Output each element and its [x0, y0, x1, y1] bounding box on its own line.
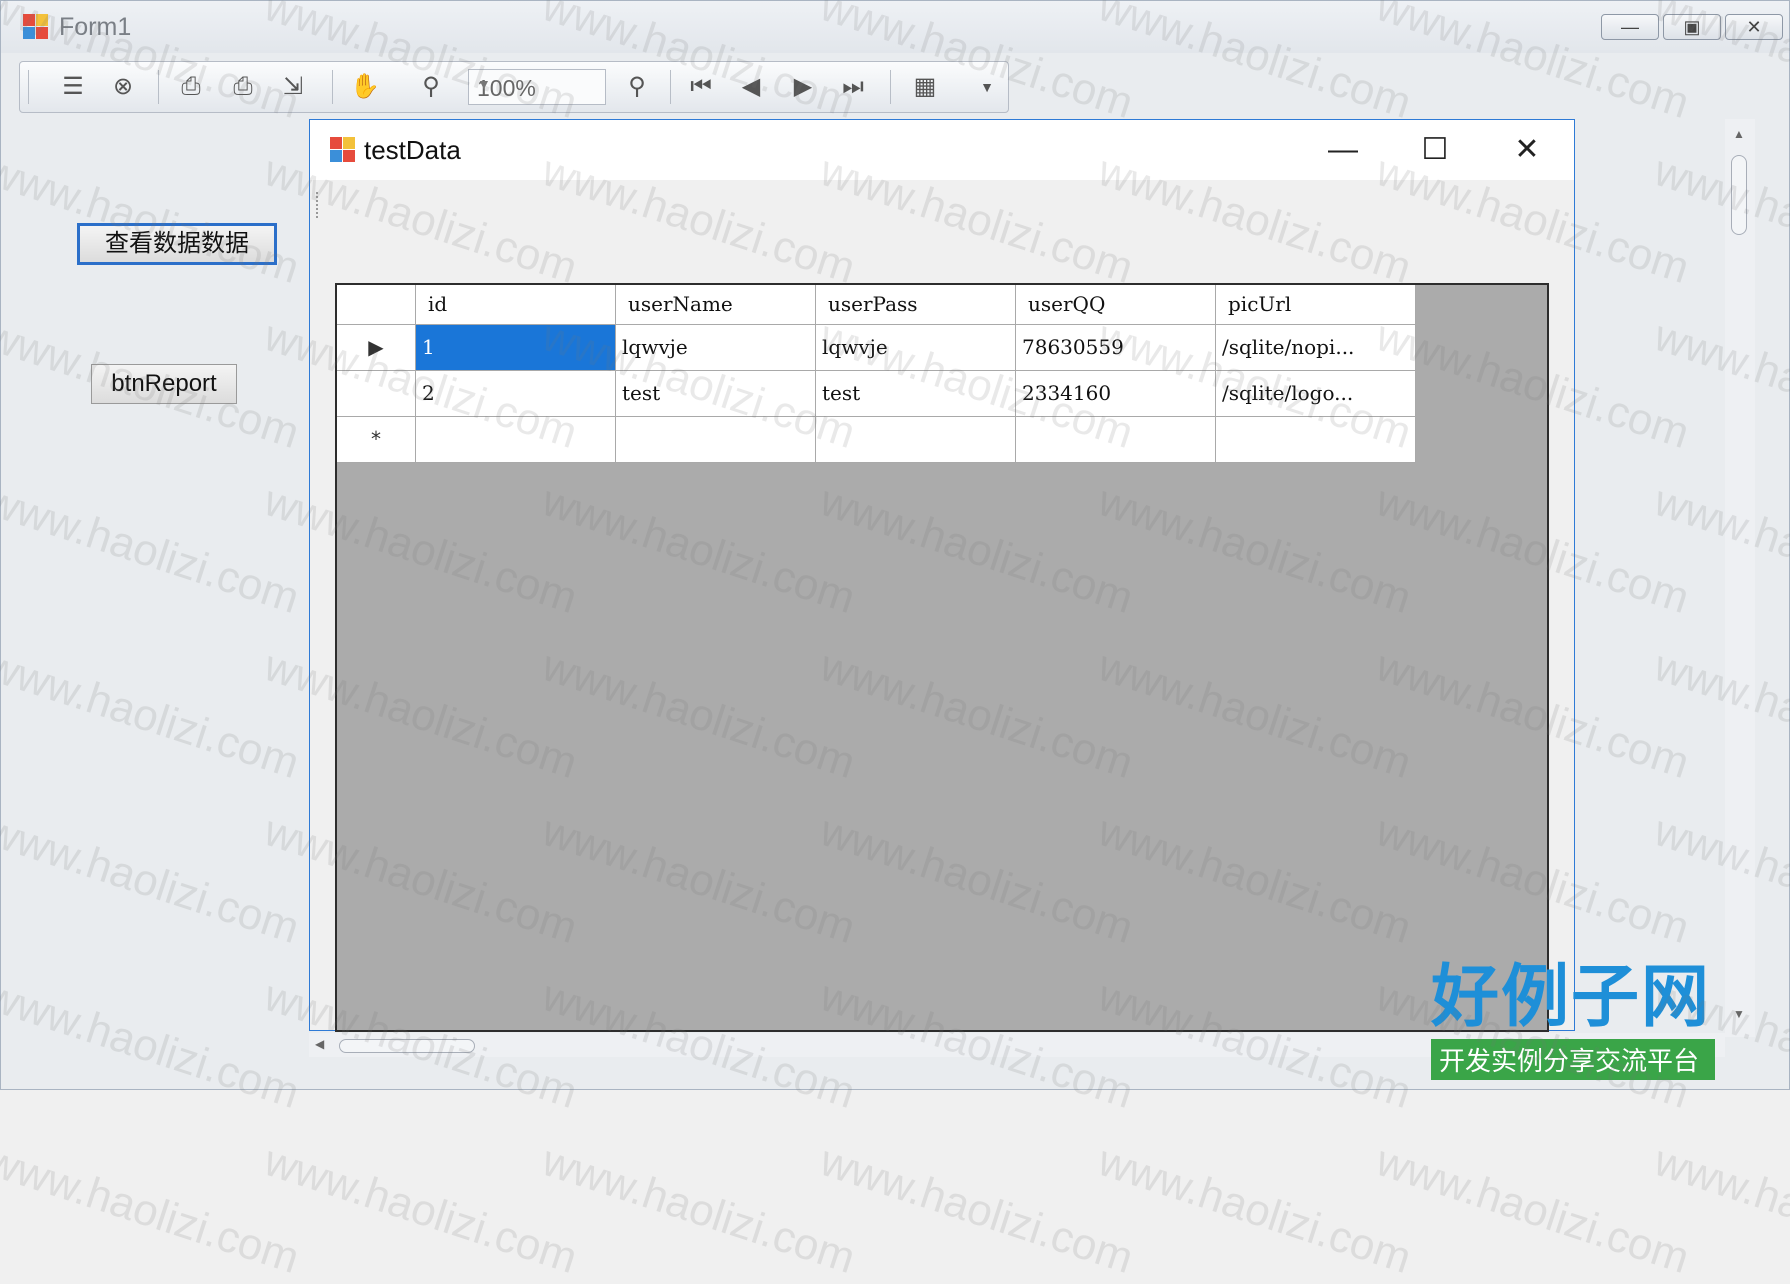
- grid-cell-username[interactable]: [616, 417, 816, 463]
- logo-subtitle: 开发实例分享交流平台: [1431, 1039, 1715, 1080]
- zoom-select[interactable]: 100% ▼: [468, 69, 606, 105]
- grid-cell-username[interactable]: lqwvje: [616, 325, 816, 371]
- toolbar-separator: [332, 70, 333, 104]
- grid-cell-userqq[interactable]: [1016, 417, 1216, 463]
- watermark-text: www.haolizi.com: [258, 1135, 583, 1284]
- window-title: Form1: [59, 13, 132, 41]
- child-minimize-button[interactable]: —: [1318, 132, 1368, 168]
- prev-page-icon[interactable]: ◀: [736, 72, 766, 102]
- column-header-userpass[interactable]: userPass: [816, 285, 1016, 325]
- export-icon[interactable]: ⇲: [278, 72, 308, 102]
- app-icon: [330, 137, 356, 163]
- close-button[interactable]: ✕: [1725, 14, 1783, 40]
- form1-titlebar[interactable]: Form1 — ▣ ✕: [1, 1, 1789, 53]
- vertical-scroll-thumb[interactable]: [1731, 155, 1747, 235]
- grid-cell-userpass[interactable]: [816, 417, 1016, 463]
- report-toolbar: ☰ ⊗ ⎙ ⎙ ⇲ ✋ ⚲ 100% ▼ ⚲ ⏮ ◀ ▶ ⏭ ▦ ▼: [19, 61, 1009, 113]
- column-header-picurl[interactable]: picUrl: [1216, 285, 1416, 325]
- row-header[interactable]: *: [337, 417, 416, 463]
- hand-icon[interactable]: ✋: [350, 72, 380, 102]
- chevron-down-icon: ▼: [477, 76, 491, 92]
- data-grid[interactable]: id userName userPass userQQ picUrl ▶ 1 lqwvje lq…: [335, 283, 1549, 1032]
- last-page-icon[interactable]: ⏭: [838, 72, 868, 102]
- toolbar-separator: [158, 70, 159, 104]
- toggle-tree-icon[interactable]: ☰: [58, 72, 88, 102]
- scroll-down-icon[interactable]: ▼: [1733, 1007, 1745, 1021]
- scroll-up-icon[interactable]: ▲: [1733, 127, 1745, 141]
- minimize-button[interactable]: —: [1601, 14, 1659, 40]
- testdata-window: testData — ☐ ✕ id userName userPass userQQ p…: [309, 119, 1575, 1032]
- column-header-userqq[interactable]: userQQ: [1016, 285, 1216, 325]
- print-icon[interactable]: ⎙: [228, 72, 258, 102]
- child-maximize-button[interactable]: ☐: [1410, 132, 1460, 168]
- zoom-in-icon[interactable]: ⚲: [622, 72, 652, 102]
- column-header-id[interactable]: id: [416, 285, 616, 325]
- report-button[interactable]: btnReport: [91, 364, 237, 404]
- logo-title: 好例子网: [1431, 957, 1712, 1037]
- watermark-text: www.haolizi.com: [1092, 1135, 1417, 1284]
- binoculars-icon[interactable]: ⊗: [108, 72, 138, 102]
- scroll-left-icon[interactable]: ◀: [315, 1037, 324, 1051]
- layout-icon[interactable]: ▦: [910, 72, 940, 102]
- watermark-text: www.haolizi.com: [536, 1135, 861, 1284]
- grid-corner-header[interactable]: [337, 285, 416, 325]
- testdata-titlebar[interactable]: testData — ☐ ✕: [310, 120, 1574, 180]
- zoom-out-icon[interactable]: ⚲: [416, 72, 446, 102]
- child-window-title: testData: [364, 135, 461, 165]
- row-header[interactable]: [337, 371, 416, 417]
- toolbar-grip[interactable]: [28, 70, 29, 104]
- grid-cell-userqq[interactable]: 78630559: [1016, 325, 1216, 371]
- child-grip[interactable]: [316, 192, 322, 218]
- first-page-icon[interactable]: ⏮: [686, 72, 716, 102]
- child-close-button[interactable]: ✕: [1502, 132, 1552, 168]
- watermark-text: www.haolizi.com: [814, 1135, 1139, 1284]
- toolbar-separator: [670, 70, 671, 104]
- vertical-scrollbar[interactable]: ▲ ▼: [1725, 119, 1755, 1037]
- grid-cell-userqq[interactable]: 2334160: [1016, 371, 1216, 417]
- toolbar-separator: [890, 70, 891, 104]
- grid-cell-id[interactable]: 2: [416, 371, 616, 417]
- toolbar-overflow-icon[interactable]: ▼: [972, 72, 1002, 102]
- grid-cell-picurl[interactable]: [1216, 417, 1416, 463]
- row-header[interactable]: ▶: [337, 325, 416, 371]
- watermark-text: www.haolizi.com: [1370, 1135, 1695, 1284]
- form1-window: Form1 — ▣ ✕ ☰ ⊗ ⎙ ⎙ ⇲ ✋ ⚲ 100% ▼ ⚲ ⏮ ◀ ▶…: [0, 0, 1790, 1090]
- page-setup-icon[interactable]: ⎙: [176, 72, 206, 102]
- grid-cell-id[interactable]: [416, 417, 616, 463]
- site-logo: 好例子网 开发实例分享交流平台: [1431, 961, 1731, 1080]
- column-header-username[interactable]: userName: [616, 285, 816, 325]
- horizontal-scroll-thumb[interactable]: [339, 1039, 475, 1053]
- grid-cell-username[interactable]: test: [616, 371, 816, 417]
- app-icon: [23, 14, 49, 40]
- grid-cell-id[interactable]: 1: [416, 325, 616, 371]
- restore-button[interactable]: ▣: [1663, 14, 1721, 40]
- grid-cell-picurl[interactable]: /sqlite/logo...: [1216, 371, 1416, 417]
- watermark-text: www.haolizi.com: [1648, 1135, 1790, 1284]
- watermark-text: www.haolizi.com: [0, 1135, 305, 1284]
- view-data-button[interactable]: 查看数据数据: [77, 223, 277, 265]
- grid-cell-userpass[interactable]: lqwvje: [816, 325, 1016, 371]
- grid-cell-picurl[interactable]: /sqlite/nopi...: [1216, 325, 1416, 371]
- next-page-icon[interactable]: ▶: [788, 72, 818, 102]
- grid-cell-userpass[interactable]: test: [816, 371, 1016, 417]
